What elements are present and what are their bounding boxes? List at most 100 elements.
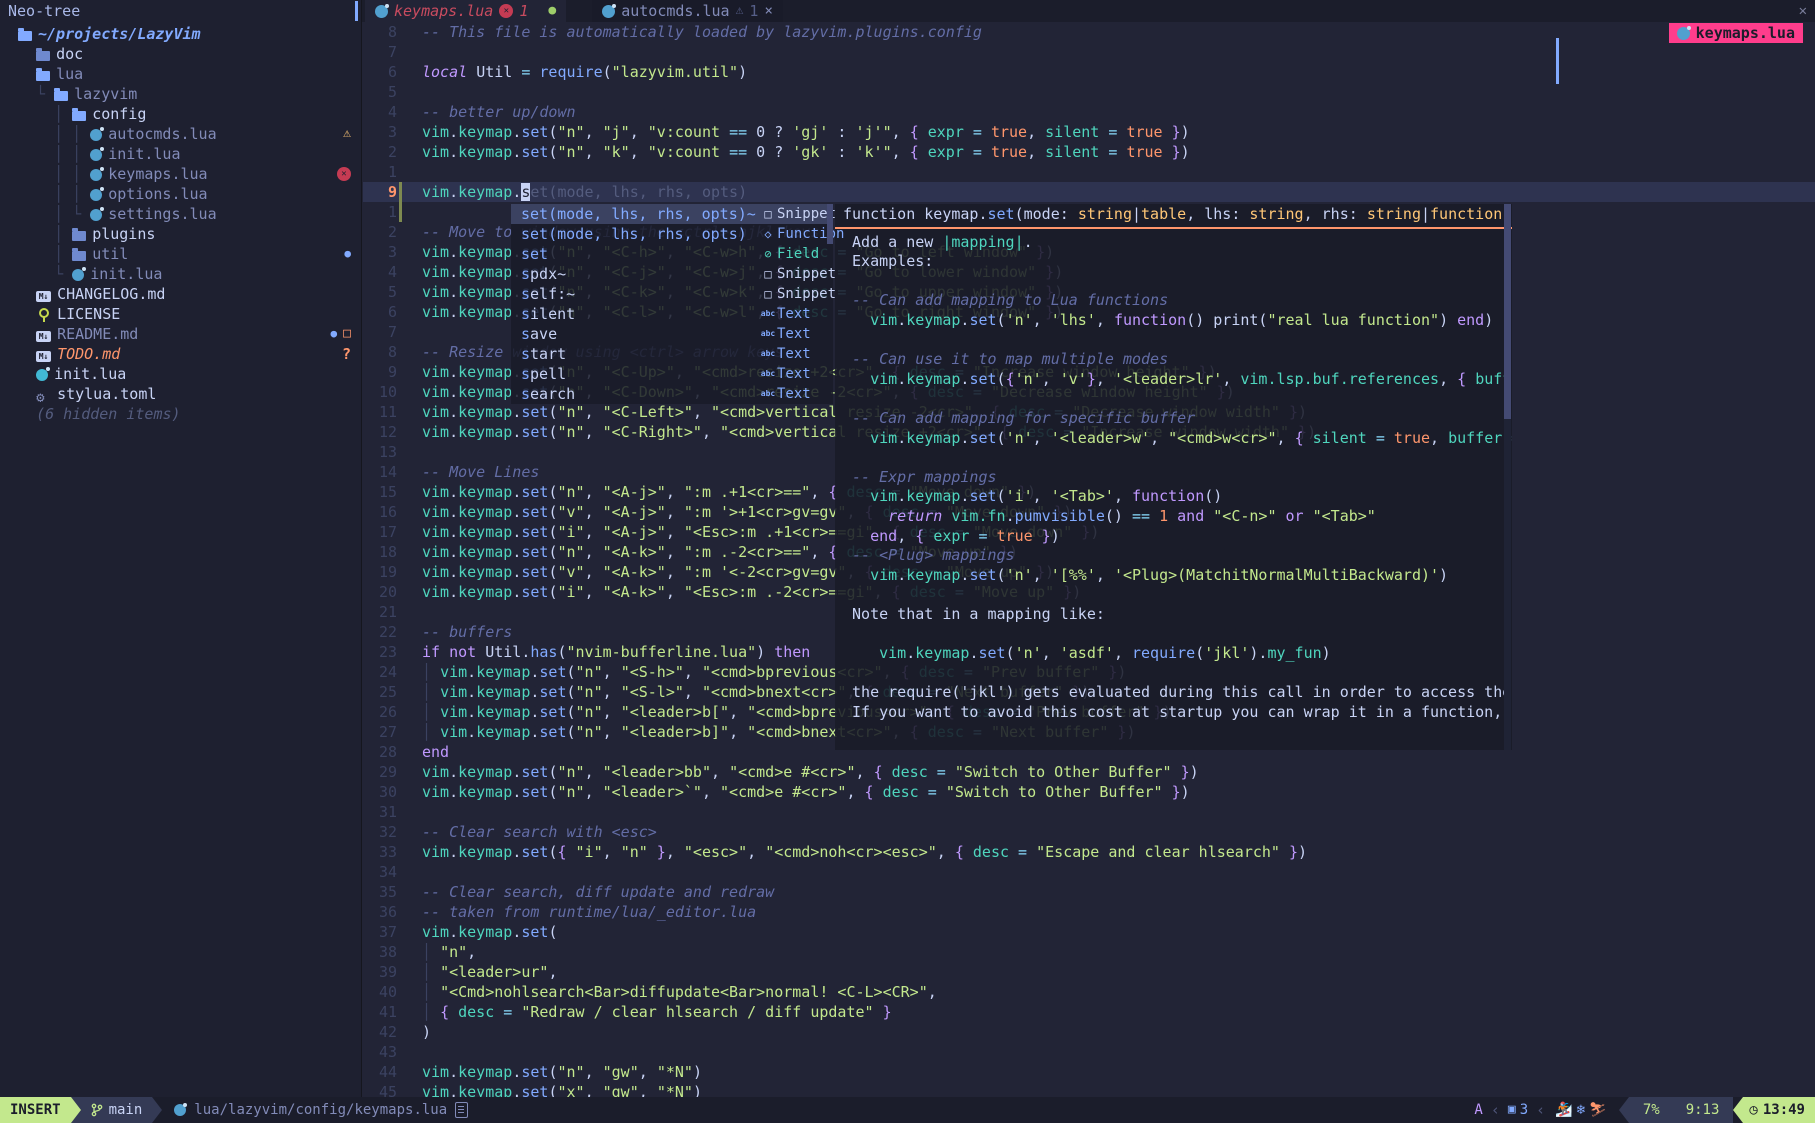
editor-scrollbar[interactable]	[1556, 38, 1559, 84]
completion-item[interactable]: searchabcText	[511, 384, 833, 404]
tree-item[interactable]: CHANGELOG.md	[18, 284, 361, 304]
token: ,	[585, 503, 603, 521]
code-line[interactable]: 42)	[363, 1022, 1815, 1042]
token: buffer	[1448, 429, 1502, 447]
code-line[interactable]: 44vim.keymap.set("n", "gw", "*N")	[363, 1062, 1815, 1082]
completion-item[interactable]: set(mode, lhs, rhs, opts)◇Function	[511, 224, 833, 244]
completion-item[interactable]: startabcText	[511, 344, 833, 364]
token: set	[539, 683, 566, 701]
code-line[interactable]: 5	[363, 82, 1815, 102]
tab-close-icon[interactable]: ×	[764, 1, 772, 21]
tree-item-badges: ?	[342, 344, 351, 364]
tree-item[interactable]: (6 hidden items)	[18, 404, 361, 424]
code-line[interactable]: 45vim.keymap.set("x", "gw", "*N")	[363, 1082, 1815, 1097]
token: .	[449, 523, 458, 541]
code-line[interactable]: 3vim.keymap.set("n", "j", "v:count == 0 …	[363, 122, 1815, 142]
tab-keymaps[interactable]: keymaps.lua ✕ 1 ●	[365, 0, 566, 22]
tree-item[interactable]: TODO.md?	[18, 344, 361, 364]
completion-item[interactable]: silentabcText	[511, 304, 833, 324]
code-line[interactable]: 9vim.keymap.set(mode, lhs, rhs, opts)	[363, 182, 1815, 202]
code-line[interactable]: 4-- better up/down	[363, 102, 1815, 122]
code-line[interactable]: 30vim.keymap.set("n", "<leader>`", "<cmd…	[363, 782, 1815, 802]
tab-autocmds[interactable]: autocmds.lua ⚠ 1 ×	[592, 0, 783, 22]
code-line[interactable]: 43	[363, 1042, 1815, 1062]
code-line[interactable]: 36-- taken from runtime/lua/_editor.lua	[363, 902, 1815, 922]
indent-guide: │ │	[18, 124, 90, 144]
code-line[interactable]: 33vim.keymap.set({ "i", "n" }, "<esc>", …	[363, 842, 1815, 862]
tree-item[interactable]: │ config	[18, 104, 361, 124]
line-number: 42	[363, 1022, 397, 1042]
code-line[interactable]: 6local Util = require("lazyvim.util")	[363, 62, 1815, 82]
code-line[interactable]: 1	[363, 162, 1815, 182]
completion-item[interactable]: set(mode, lhs, rhs, opts)~□Snippet	[511, 204, 833, 224]
token: .	[512, 1083, 521, 1097]
close-all-icon[interactable]: ✕	[1799, 0, 1807, 22]
completion-popup[interactable]: set(mode, lhs, rhs, opts)~□Snippetset(mo…	[511, 204, 833, 404]
token: ,	[747, 843, 765, 861]
line-number: 2	[363, 142, 397, 162]
token: .	[897, 566, 906, 584]
token: =	[521, 63, 539, 81]
completion-item[interactable]: self:~□Snippet	[511, 284, 833, 304]
code-line[interactable]: 29vim.keymap.set("n", "<leader>bb", "<cm…	[363, 762, 1815, 782]
tree-item[interactable]: doc	[18, 44, 361, 64]
tree-item[interactable]: └ init.lua	[18, 264, 361, 284]
tree-item[interactable]: │ │ init.lua	[18, 144, 361, 164]
completion-item[interactable]: spellabcText	[511, 364, 833, 384]
completion-item[interactable]: spdx~□Snippet	[511, 264, 833, 284]
kind-label: Text	[777, 344, 811, 364]
tree-item[interactable]: └ lazyvim	[18, 84, 361, 104]
code-line[interactable]: 38│ "n",	[363, 942, 1815, 962]
token: "<A-j>"	[603, 503, 666, 521]
tree-item[interactable]: │ plugins	[18, 224, 361, 244]
neotree-scrollbar[interactable]	[355, 1, 358, 21]
git-branch[interactable]: main	[81, 1097, 153, 1123]
code-line[interactable]: 31	[363, 802, 1815, 822]
code-line[interactable]: 41│ { desc = "Redraw / clear hlsearch / …	[363, 1002, 1815, 1022]
tree-item[interactable]: │ └ settings.lua	[18, 204, 361, 224]
token	[843, 644, 879, 662]
tree-item[interactable]: ~/projects/LazyVim	[18, 24, 361, 44]
code-line[interactable]: 7	[363, 42, 1815, 62]
token: "*N"	[657, 1083, 693, 1097]
tree-item[interactable]: README.md●□	[18, 324, 361, 344]
tree-item[interactable]: stylua.toml	[18, 384, 361, 404]
code-line[interactable]: 8-- This file is automatically loaded by…	[363, 22, 1815, 42]
tree-item[interactable]: │ │ keymaps.lua✕	[18, 164, 361, 184]
token: (	[567, 703, 576, 721]
token: my_fun	[1267, 644, 1321, 662]
popup-scrollbar[interactable]	[827, 204, 833, 244]
completion-rest: elf:~	[530, 285, 575, 303]
code-line[interactable]: 37vim.keymap.set(	[363, 922, 1815, 942]
tree-item[interactable]: │ util●	[18, 244, 361, 264]
completion-item[interactable]: set⊘Field	[511, 244, 833, 264]
lua-icon	[90, 169, 102, 181]
doc-line	[835, 623, 1512, 643]
code-line[interactable]: 32-- Clear search with <esc>	[363, 822, 1815, 842]
code-line[interactable]: 40│ "<Cmd>nohlsearch<Bar>diffupdate<Bar>…	[363, 982, 1815, 1002]
tree-item[interactable]: │ │ autocmds.lua⚠	[18, 124, 361, 144]
code-line[interactable]: 35-- Clear search, diff update and redra…	[363, 882, 1815, 902]
token: {	[955, 843, 973, 861]
separator-icon	[71, 1097, 81, 1123]
file-explorer[interactable]: ~/projects/LazyVim doc lua └ lazyvim │ c…	[0, 22, 362, 1097]
code-line[interactable]: 39│ "<leader>ur",	[363, 962, 1815, 982]
tree-item[interactable]: │ │ options.lua	[18, 184, 361, 204]
winbar-file-badge[interactable]: keymaps.lua	[1669, 23, 1803, 43]
tree-item-label: init.lua	[108, 144, 180, 164]
code-line[interactable]: 34	[363, 862, 1815, 882]
plugin-updates[interactable]: ▣ 3	[1508, 1100, 1528, 1120]
tree-item[interactable]: LICENSE	[18, 304, 361, 324]
tree-item[interactable]: init.lua	[18, 364, 361, 384]
completion-item[interactable]: saveabcText	[511, 324, 833, 344]
indent-guide: │	[18, 224, 72, 244]
float-scrollbar-thumb[interactable]	[1504, 204, 1511, 419]
documentation-float[interactable]: function keymap.set(mode: string|table, …	[835, 204, 1512, 750]
code-line[interactable]: 2vim.keymap.set("n", "k", "v:count == 0 …	[363, 142, 1815, 162]
token: keymap	[458, 563, 512, 581]
code-text: │ "<Cmd>nohlsearch<Bar>diffupdate<Bar>no…	[402, 982, 937, 1002]
token: .	[449, 583, 458, 601]
line-number: 4	[363, 102, 397, 122]
tree-item[interactable]: lua	[18, 64, 361, 84]
token: .	[449, 783, 458, 801]
